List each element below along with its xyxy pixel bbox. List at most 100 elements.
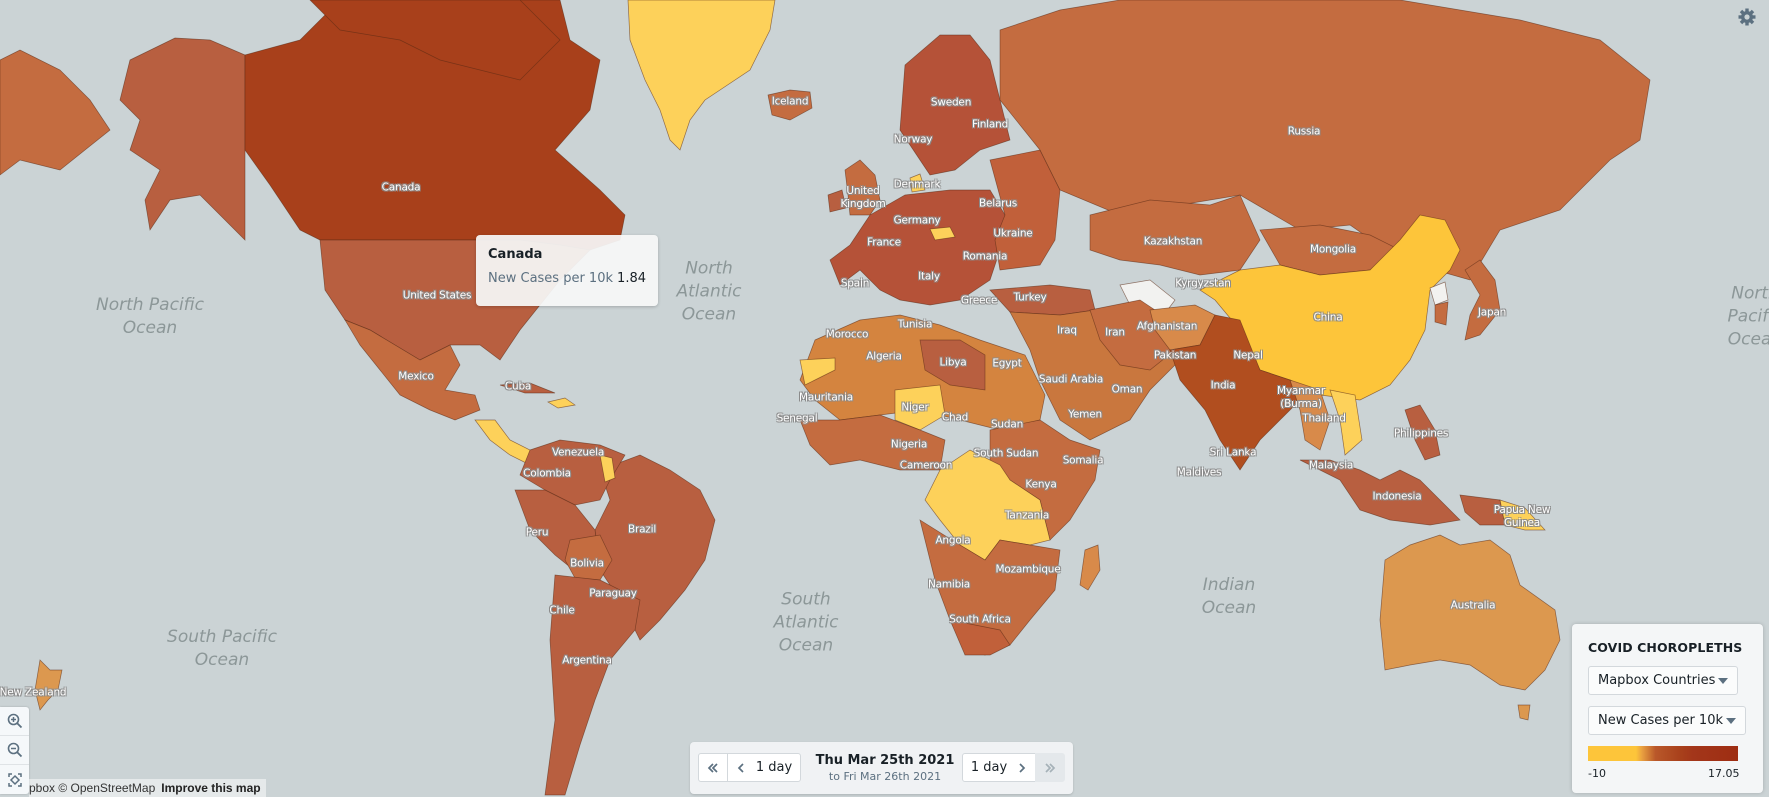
country-label: United States [402, 289, 472, 302]
country-label: Algeria [866, 350, 902, 363]
country-label: Australia [1450, 599, 1496, 612]
zoom-out-icon [7, 742, 22, 758]
country-label: Senegal [776, 412, 818, 425]
attribution-text[interactable]: pbox © OpenStreetMap [29, 781, 155, 795]
country-tasmania[interactable] [1517, 704, 1531, 721]
zoom-in-button[interactable] [0, 707, 29, 736]
settings-button[interactable] [1737, 7, 1757, 27]
country-label: Finland [971, 118, 1009, 131]
double-chevron-right-icon [1045, 762, 1056, 773]
country-label: Nigeria [890, 438, 928, 451]
country-label: Colombia [523, 467, 571, 480]
country-label: Venezuela [551, 446, 605, 459]
country-label: Namibia [927, 578, 971, 591]
country-label: Cuba [504, 380, 532, 393]
country-label: Malaysia [1308, 459, 1354, 472]
country-label: Myanmar (Burma) [1277, 385, 1325, 410]
country-label: Somalia [1062, 454, 1104, 467]
country-label: South Africa [949, 613, 1011, 626]
zoom-out-button[interactable] [0, 736, 29, 765]
tooltip-metric-value: 1.84 [617, 271, 646, 286]
country-label: France [867, 236, 901, 249]
country-label: Denmark [893, 178, 941, 191]
country-label: Niger [901, 401, 929, 414]
country-label: Greece [960, 294, 998, 307]
country-label: Argentina [562, 654, 612, 667]
step-forward-button[interactable]: 1 day [962, 753, 1036, 782]
country-label: Thailand [1302, 412, 1346, 425]
fit-bounds-icon [7, 772, 22, 787]
country-label: Angola [935, 534, 971, 547]
country-label: Tunisia [897, 318, 933, 331]
chevron-right-icon [1019, 762, 1026, 773]
ocean-label-south-pacific: South Pacific Ocean [167, 627, 277, 670]
map-zoom-controls [0, 707, 29, 794]
country-label: Sri Lanka [1209, 446, 1257, 459]
country-label: United Kingdom [840, 185, 886, 210]
country-label: Nepal [1233, 349, 1263, 362]
country-label: Iraq [1057, 324, 1077, 337]
choropleth-map[interactable] [0, 0, 1769, 797]
country-korea-south[interactable] [1434, 301, 1449, 326]
jump-back-button[interactable] [698, 753, 728, 782]
country-label: Canada [381, 181, 421, 194]
country-label: Germany [893, 214, 941, 227]
panel-title: COVID CHOROPLETHS [1588, 640, 1743, 655]
step-forward-label: 1 day [970, 760, 1008, 775]
country-label: Norway [893, 133, 933, 146]
country-label: Cameroon [899, 459, 953, 472]
color-scale-gradient [1588, 746, 1738, 761]
caret-down-icon [1726, 718, 1736, 724]
country-label: Brazil [627, 523, 657, 536]
step-back-label: 1 day [755, 760, 793, 775]
country-label: Peru [525, 526, 549, 539]
time-range-controls: 1 day Thu Mar 25th 2021 to Fri Mar 26th … [690, 742, 1073, 794]
ocean-label-indian: Indian Ocean [1201, 575, 1257, 618]
ocean-label-north-pacific: North Pacific Ocean [95, 295, 205, 338]
country-label: Mexico [398, 370, 434, 383]
boundary-layer-select[interactable]: Mapbox Countries [1588, 666, 1738, 695]
improve-map-link[interactable]: Improve this map [161, 781, 260, 795]
country-label: Egypt [992, 357, 1022, 370]
country-label: Kazakhstan [1143, 235, 1203, 248]
country-label: Pakistan [1153, 349, 1197, 362]
country-label: Paraguay [589, 587, 637, 600]
country-label: Italy [918, 270, 940, 283]
ocean-label-south-atlantic: South Atlantic Ocean [773, 589, 839, 656]
country-label: Iceland [771, 95, 809, 108]
country-label: Philippines [1393, 427, 1449, 440]
country-label: Turkey [1013, 291, 1047, 304]
country-label: Japan [1477, 306, 1507, 319]
country-label: New Zealand [0, 686, 67, 699]
caret-down-icon [1718, 678, 1728, 684]
country-label: Tanzania [1004, 509, 1050, 522]
country-label: Mauritania [799, 391, 853, 404]
step-back-button[interactable]: 1 day [727, 753, 801, 782]
choropleth-settings-panel: COVID CHOROPLETHS Mapbox Countries New C… [1572, 624, 1763, 793]
gear-icon [1738, 8, 1756, 26]
country-label: Mozambique [995, 563, 1061, 576]
chevron-left-icon [737, 762, 744, 773]
tooltip-metric-row: New Cases per 10k 1.84 [488, 271, 646, 286]
scale-min-label: -10 [1588, 767, 1606, 780]
country-label: Belarus [978, 197, 1018, 210]
country-label: South Sudan [973, 447, 1039, 460]
country-label: Indonesia [1372, 490, 1422, 503]
boundary-layer-value: Mapbox Countries [1598, 673, 1716, 688]
country-label: Chile [549, 604, 575, 617]
metric-select[interactable]: New Cases per 10k [1588, 706, 1746, 735]
country-label: Romania [962, 250, 1008, 263]
double-chevron-left-icon [707, 762, 718, 773]
country-label: Mongolia [1310, 243, 1356, 256]
scale-max-label: 17.05 [1708, 767, 1740, 780]
country-label: Kenya [1025, 478, 1057, 491]
country-label: Saudi Arabia [1038, 373, 1104, 386]
country-label: Papua New Guinea [1493, 504, 1551, 529]
date-start: Thu Mar 25th 2021 [815, 753, 955, 768]
tooltip-country-name: Canada [488, 247, 543, 262]
fit-bounds-button[interactable] [0, 765, 29, 794]
jump-forward-button[interactable] [1035, 753, 1065, 782]
country-label: India [1210, 379, 1236, 392]
country-label: Oman [1111, 383, 1143, 396]
country-label: Yemen [1068, 408, 1102, 421]
